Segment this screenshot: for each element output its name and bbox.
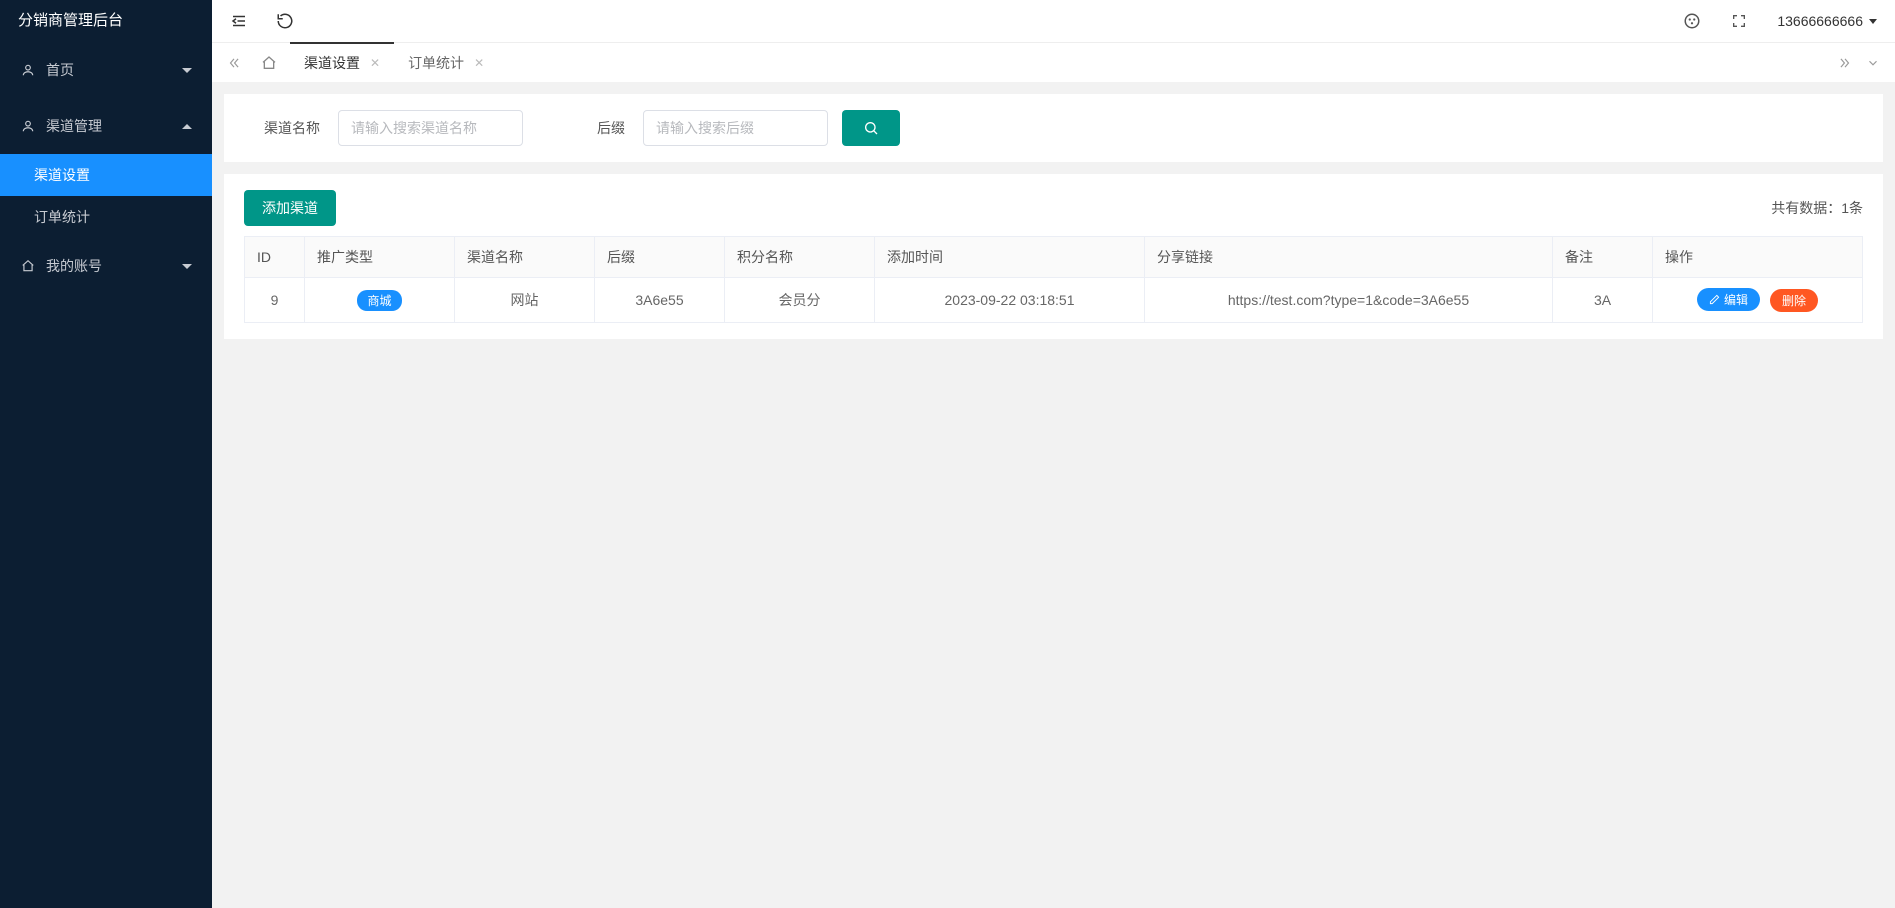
th-ops: 操作 xyxy=(1653,237,1863,278)
type-tag: 商城 xyxy=(357,290,401,311)
chevron-down-icon xyxy=(182,68,192,73)
search-name-label: 渠道名称 xyxy=(264,118,320,138)
cell-suffix: 3A6e55 xyxy=(595,278,725,323)
cell-name: 网站 xyxy=(455,278,595,323)
delete-button[interactable]: 删除 xyxy=(1770,289,1818,312)
tab-close-icon[interactable]: ✕ xyxy=(474,56,484,70)
th-link: 分享链接 xyxy=(1145,237,1553,278)
refresh-icon[interactable] xyxy=(276,12,294,30)
cell-type: 商城 xyxy=(305,278,455,323)
user-icon xyxy=(20,62,36,78)
collapse-menu-icon[interactable] xyxy=(230,12,248,30)
table-card: 添加渠道 共有数据：1条 xyxy=(224,174,1883,339)
sidebar-item-label: 首页 xyxy=(46,60,74,80)
th-remark: 备注 xyxy=(1553,237,1653,278)
tab-label: 渠道设置 xyxy=(304,53,360,73)
th-suffix: 后缀 xyxy=(595,237,725,278)
add-channel-button[interactable]: 添加渠道 xyxy=(244,190,336,226)
search-icon xyxy=(863,120,879,136)
chevron-up-icon xyxy=(182,124,192,129)
sidebar-item-channel[interactable]: 渠道管理 xyxy=(0,98,212,154)
tab-channel-settings[interactable]: 渠道设置 ✕ xyxy=(290,43,394,82)
tab-order-stats[interactable]: 订单统计 ✕ xyxy=(394,43,498,82)
tabs-next-icon[interactable] xyxy=(1831,43,1859,82)
user-dropdown[interactable]: 13666666666 xyxy=(1777,13,1877,29)
data-count: 共有数据：1条 xyxy=(1771,198,1863,218)
pencil-icon xyxy=(1709,294,1720,305)
sidebar-item-account[interactable]: 我的账号 xyxy=(0,238,212,294)
user-label: 13666666666 xyxy=(1777,13,1863,29)
user-icon xyxy=(20,118,36,134)
sidebar: 分销商管理后台 首页 渠道管理 xyxy=(0,0,212,908)
cell-point: 会员分 xyxy=(725,278,875,323)
table-row: 9 商城 网站 3A6e55 会员分 2023-09-22 03:18:51 h… xyxy=(245,278,1863,323)
sidebar-item-home[interactable]: 首页 xyxy=(0,42,212,98)
th-point: 积分名称 xyxy=(725,237,875,278)
search-suffix-input[interactable] xyxy=(643,110,828,146)
tabs-dropdown-icon[interactable] xyxy=(1859,43,1887,82)
tab-close-icon[interactable]: ✕ xyxy=(370,56,380,70)
th-addtime: 添加时间 xyxy=(875,237,1145,278)
th-type: 推广类型 xyxy=(305,237,455,278)
channel-table: ID 推广类型 渠道名称 后缀 积分名称 添加时间 分享链接 备注 操作 xyxy=(244,236,1863,323)
cell-ops: 编辑 删除 xyxy=(1653,278,1863,323)
sidebar-sub-channel-settings[interactable]: 渠道设置 xyxy=(0,154,212,196)
search-button[interactable] xyxy=(842,110,900,146)
cell-remark: 3A xyxy=(1553,278,1653,323)
cell-link: https://test.com?type=1&code=3A6e55 xyxy=(1145,278,1553,323)
tabs-prev-icon[interactable] xyxy=(220,43,248,82)
search-card: 渠道名称 后缀 xyxy=(224,94,1883,162)
tabs-bar: 渠道设置 ✕ 订单统计 ✕ xyxy=(212,42,1895,82)
th-name: 渠道名称 xyxy=(455,237,595,278)
cell-addtime: 2023-09-22 03:18:51 xyxy=(875,278,1145,323)
topbar: 13666666666 xyxy=(212,0,1895,42)
tab-home[interactable] xyxy=(248,43,290,82)
sidebar-sub-order-stats[interactable]: 订单统计 xyxy=(0,196,212,238)
search-suffix-label: 后缀 xyxy=(597,118,625,138)
chevron-down-icon xyxy=(182,264,192,269)
fullscreen-icon[interactable] xyxy=(1731,13,1747,29)
sidebar-item-label: 我的账号 xyxy=(46,256,102,276)
caret-down-icon xyxy=(1869,19,1877,24)
cell-id: 9 xyxy=(245,278,305,323)
home-icon xyxy=(20,258,36,274)
theme-icon[interactable] xyxy=(1683,12,1701,30)
tab-label: 订单统计 xyxy=(408,53,464,73)
edit-button[interactable]: 编辑 xyxy=(1697,288,1760,311)
app-title: 分销商管理后台 xyxy=(0,0,212,42)
search-name-input[interactable] xyxy=(338,110,523,146)
sidebar-item-label: 渠道管理 xyxy=(46,116,102,136)
th-id: ID xyxy=(245,237,305,278)
